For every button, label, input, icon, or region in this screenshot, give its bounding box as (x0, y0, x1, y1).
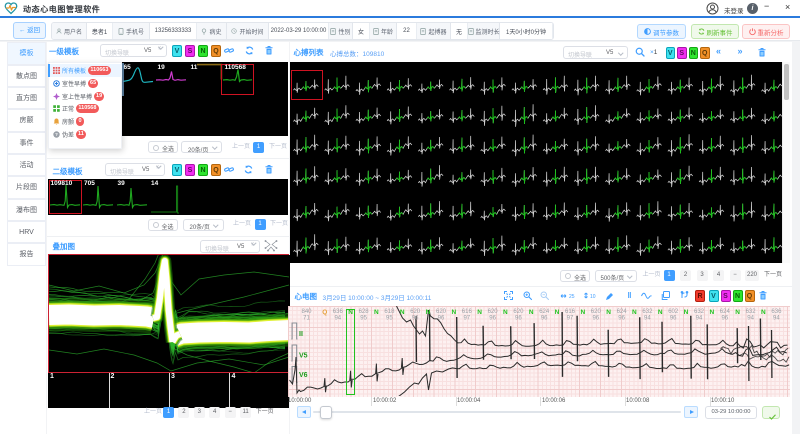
svg-text:94: 94 (773, 316, 780, 322)
svg-text:96: 96 (669, 316, 676, 322)
svg-text:96: 96 (618, 316, 625, 322)
svg-text:96: 96 (437, 316, 444, 322)
svg-text:616: 616 (461, 309, 472, 315)
svg-text:N: N (451, 309, 456, 316)
svg-text:N: N (709, 309, 714, 316)
svg-text:N: N (632, 309, 637, 316)
svg-text:628: 628 (358, 309, 369, 315)
svg-text:N: N (735, 309, 740, 316)
svg-text:96: 96 (721, 316, 728, 322)
svg-text:620: 620 (590, 309, 601, 315)
svg-text:N: N (399, 309, 404, 316)
svg-text:V5: V5 (299, 353, 308, 360)
svg-text:94: 94 (334, 316, 341, 322)
svg-text:?: ? (55, 132, 58, 137)
svg-text:V6: V6 (299, 372, 308, 379)
svg-text:94: 94 (747, 316, 754, 322)
svg-text:632: 632 (642, 309, 653, 315)
svg-text:620: 620 (410, 309, 421, 315)
svg-text:94: 94 (695, 316, 702, 322)
svg-text:94: 94 (644, 316, 651, 322)
svg-text:97: 97 (463, 316, 470, 322)
svg-text:71: 71 (303, 316, 310, 322)
svg-text:N: N (761, 309, 766, 316)
svg-text:620: 620 (513, 309, 524, 315)
svg-text:840: 840 (301, 309, 312, 315)
svg-text:N: N (528, 309, 533, 316)
svg-text:97: 97 (566, 316, 573, 322)
svg-text:96: 96 (515, 316, 522, 322)
svg-text:N: N (657, 309, 662, 316)
svg-text:636: 636 (332, 309, 343, 315)
svg-text:636: 636 (771, 309, 782, 315)
svg-text:96: 96 (592, 316, 599, 322)
svg-text:N: N (580, 309, 585, 316)
svg-text:624: 624 (719, 309, 730, 315)
svg-text:N: N (374, 309, 379, 316)
svg-text:N: N (425, 309, 430, 316)
svg-text:N: N (683, 309, 688, 316)
svg-text:96: 96 (540, 316, 547, 322)
svg-text:620: 620 (435, 309, 446, 315)
svg-text:632: 632 (693, 309, 704, 315)
svg-text:95: 95 (360, 316, 367, 322)
svg-text:N: N (503, 309, 508, 316)
svg-text:N: N (606, 309, 611, 316)
svg-text:620: 620 (487, 309, 498, 315)
svg-text:616: 616 (564, 309, 575, 315)
svg-text:N: N (477, 309, 482, 316)
svg-text:624: 624 (539, 309, 550, 315)
svg-text:632: 632 (745, 309, 756, 315)
svg-text:96: 96 (411, 316, 418, 322)
svg-text:N: N (554, 309, 559, 316)
svg-text:624: 624 (616, 309, 627, 315)
svg-text:618: 618 (384, 309, 395, 315)
svg-text:96: 96 (489, 316, 496, 322)
svg-text:95: 95 (386, 316, 393, 322)
svg-text:Q: Q (322, 309, 327, 316)
svg-text:602: 602 (668, 309, 679, 315)
svg-text:II: II (299, 331, 303, 338)
